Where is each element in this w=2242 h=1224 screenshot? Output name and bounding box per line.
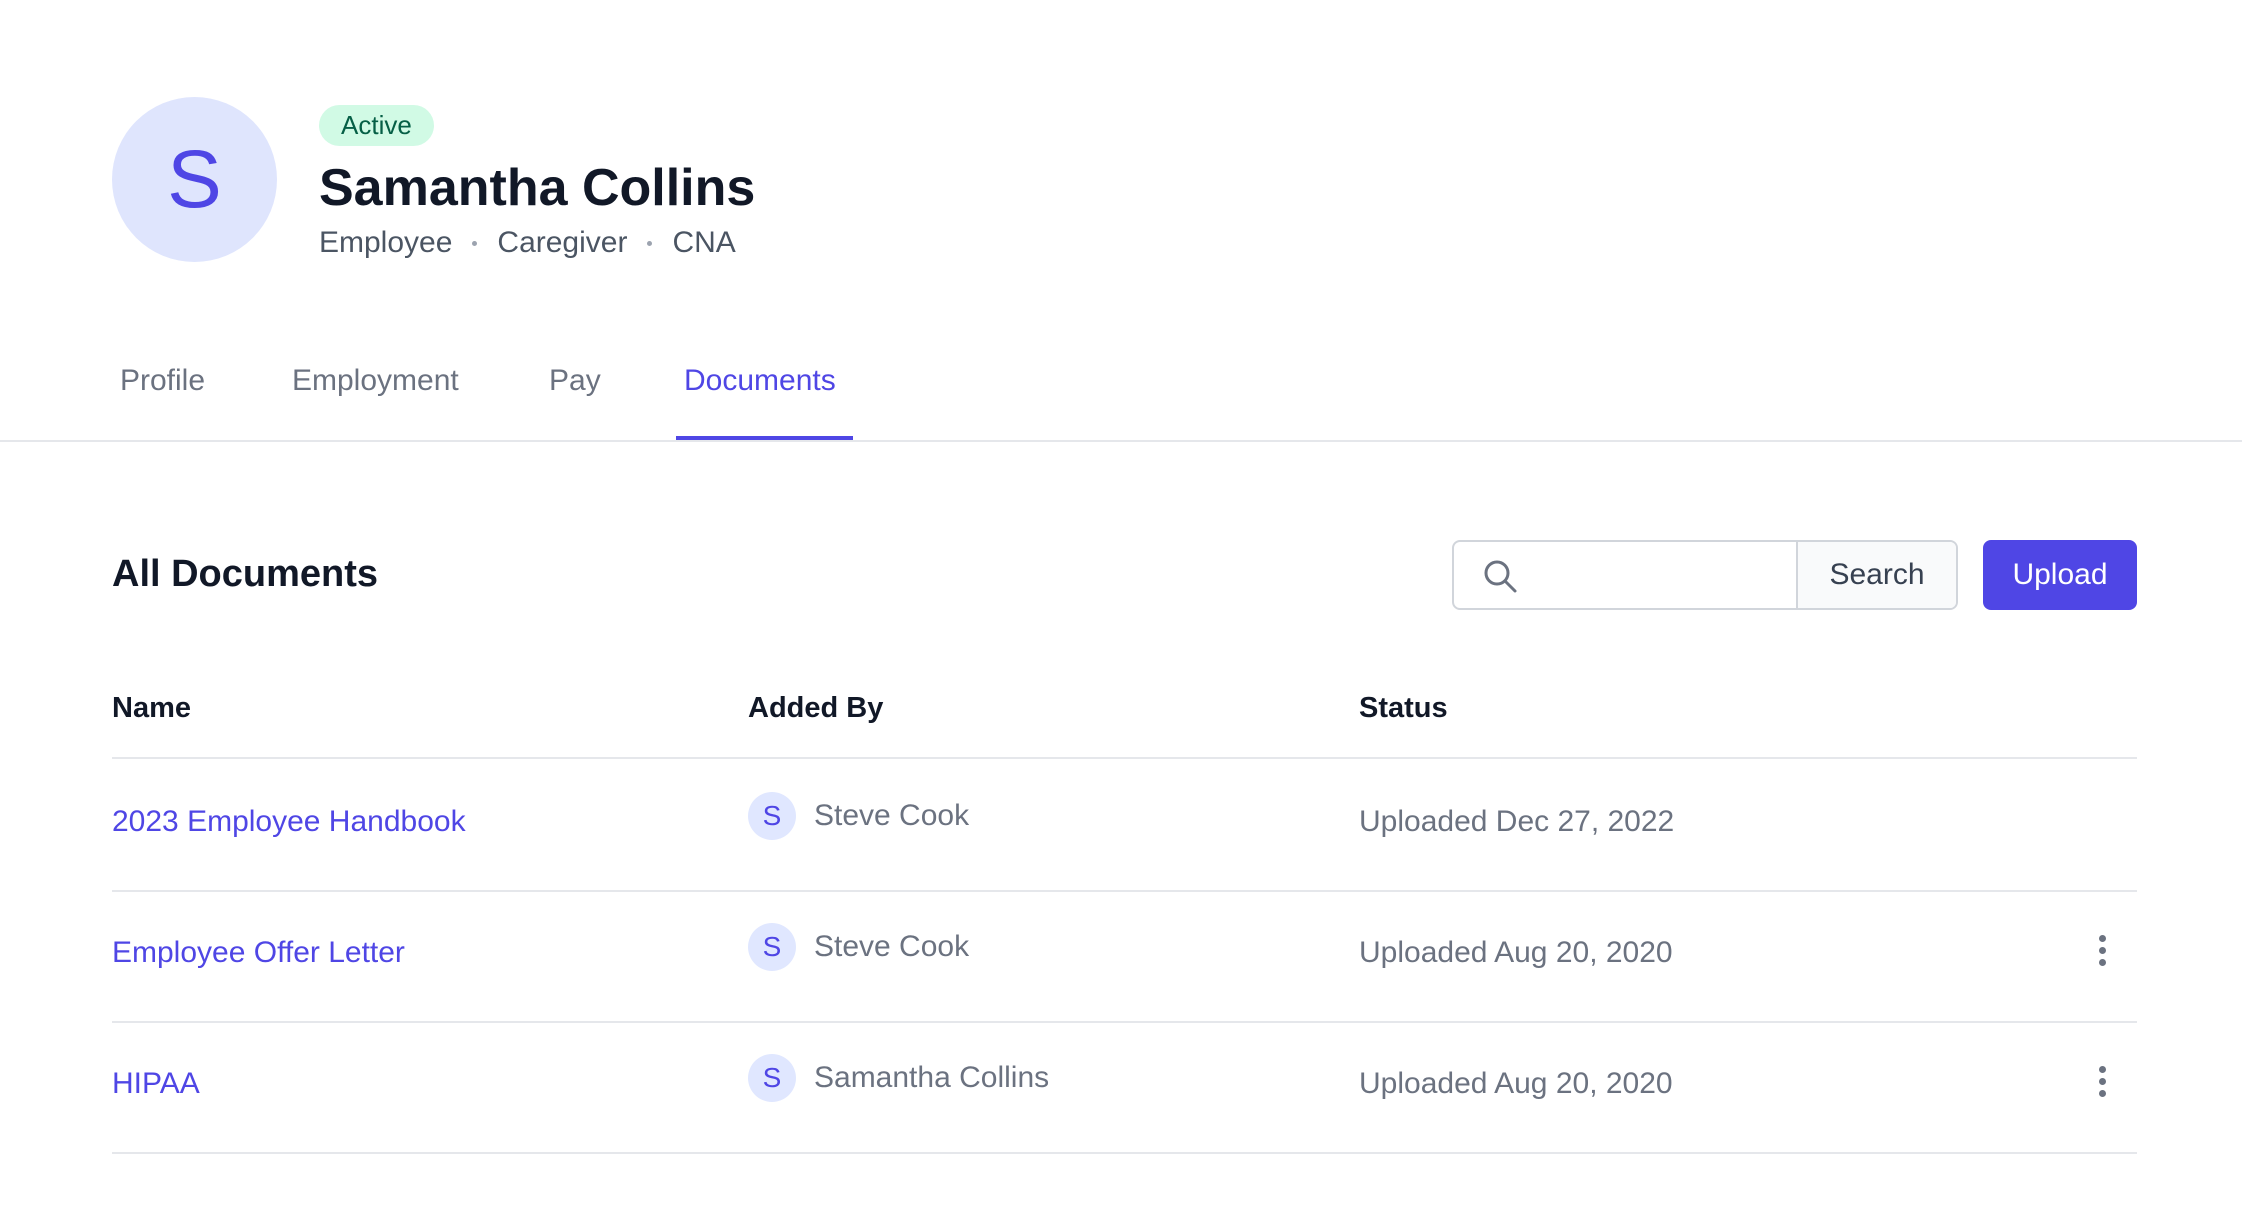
added-by-name: Samantha Collins (814, 1061, 1050, 1094)
tab-bar: Profile Employment Pay Documents (0, 350, 2242, 442)
table-row: HIPAA S Samantha Collins Uploaded Aug 20… (112, 1021, 2137, 1154)
column-header-added-by: Added By (748, 692, 884, 724)
search-input[interactable] (1534, 542, 1788, 608)
tab-employment[interactable]: Employment (292, 364, 459, 398)
search-field (1454, 542, 1798, 608)
table-row: Employee Offer Letter S Steve Cook Uploa… (112, 890, 2137, 1023)
column-header-name: Name (112, 692, 191, 724)
active-tab-indicator (676, 436, 853, 440)
added-by-cell: S Samantha Collins (748, 1054, 1049, 1102)
employee-roles: Employee Caregiver CNA (319, 224, 736, 262)
upload-button[interactable]: Upload (1983, 540, 2137, 610)
document-status: Uploaded Dec 27, 2022 (1359, 805, 1675, 838)
search-button[interactable]: Search (1798, 542, 1956, 608)
tab-pay[interactable]: Pay (549, 364, 601, 398)
document-status: Uploaded Aug 20, 2020 (1359, 1067, 1673, 1100)
status-badge: Active (319, 105, 434, 146)
document-link[interactable]: 2023 Employee Handbook (112, 805, 466, 839)
separator-dot (647, 240, 653, 246)
added-by-cell: S Steve Cook (748, 923, 969, 971)
section-title: All Documents (112, 553, 379, 595)
role-employee: Employee (319, 226, 453, 259)
profile-avatar: S (112, 97, 277, 262)
added-by-cell: S Steve Cook (748, 792, 969, 840)
avatar: S (748, 792, 796, 840)
role-cna: CNA (672, 226, 736, 259)
search-group: Search (1452, 540, 1958, 610)
tab-profile[interactable]: Profile (120, 364, 205, 398)
avatar: S (748, 923, 796, 971)
table-row: 2023 Employee Handbook S Steve Cook Uplo… (112, 759, 2137, 892)
more-vertical-icon[interactable] (2092, 1066, 2112, 1106)
separator-dot (472, 240, 478, 246)
document-link[interactable]: Employee Offer Letter (112, 936, 405, 970)
more-vertical-icon[interactable] (2092, 935, 2112, 975)
document-status: Uploaded Aug 20, 2020 (1359, 936, 1673, 969)
avatar: S (748, 1054, 796, 1102)
role-caregiver: Caregiver (497, 226, 628, 259)
added-by-name: Steve Cook (814, 930, 970, 963)
employee-name: Samantha Collins (319, 159, 756, 217)
added-by-name: Steve Cook (814, 799, 970, 832)
tab-documents[interactable]: Documents (684, 364, 836, 398)
column-header-status: Status (1359, 692, 1448, 724)
search-icon (1484, 560, 1517, 593)
document-link[interactable]: HIPAA (112, 1067, 200, 1101)
